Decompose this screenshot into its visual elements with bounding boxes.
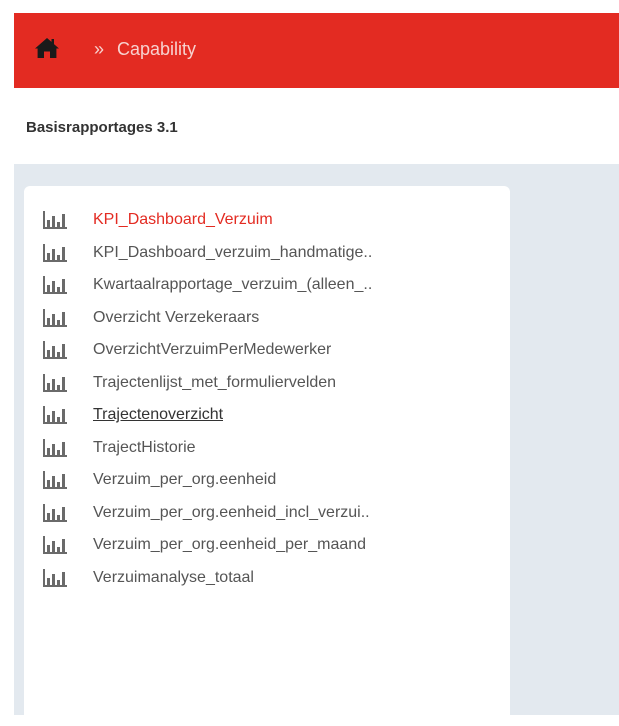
home-icon[interactable] <box>34 37 60 59</box>
top-bar: » Capability <box>14 13 619 88</box>
bar-chart-icon <box>43 503 67 522</box>
report-label: Verzuim_per_org.eenheid <box>93 471 277 489</box>
report-label: Trajectenoverzicht <box>93 406 224 424</box>
report-item[interactable]: Verzuim_per_org.eenheid <box>41 464 501 497</box>
report-label: Kwartaalrapportage_verzuim_(alleen_.. <box>93 276 373 294</box>
report-item[interactable]: Trajectenoverzicht <box>41 399 501 432</box>
bar-chart-icon <box>43 373 67 392</box>
report-label: Trajectenlijst_met_formuliervelden <box>93 373 337 391</box>
bar-chart-icon <box>43 406 67 425</box>
report-item[interactable]: TrajectHistorie <box>41 432 501 465</box>
report-item[interactable]: Verzuim_per_org.eenheid_per_maand <box>41 529 501 562</box>
report-list: KPI_Dashboard_Verzuim KPI_Dashboard_verzu… <box>41 204 501 594</box>
report-card: KPI_Dashboard_Verzuim KPI_Dashboard_verzu… <box>24 186 510 726</box>
bar-chart-icon <box>43 211 67 230</box>
bar-chart-icon <box>43 276 67 295</box>
report-label: KPI_Dashboard_Verzuim <box>93 211 273 229</box>
report-label: Overzicht Verzekeraars <box>93 308 260 326</box>
bar-chart-icon <box>43 308 67 327</box>
report-item[interactable]: KPI_Dashboard_verzuim_handmatige.. <box>41 237 501 270</box>
report-label: KPI_Dashboard_verzuim_handmatige.. <box>93 243 373 261</box>
report-label: Verzuim_per_org.eenheid_incl_verzui.. <box>93 503 370 521</box>
report-item[interactable]: Overzicht Verzekeraars <box>41 302 501 335</box>
report-item[interactable]: Trajectenlijst_met_formuliervelden <box>41 367 501 400</box>
breadcrumb-capability[interactable]: Capability <box>117 38 196 60</box>
report-label: TrajectHistorie <box>93 438 196 456</box>
report-label: Verzuimanalyse_totaal <box>93 568 254 586</box>
report-item[interactable]: OverzichtVerzuimPerMedewerker <box>41 334 501 367</box>
bar-chart-icon <box>43 471 67 490</box>
bar-chart-icon <box>43 568 67 587</box>
report-item[interactable]: Verzuim_per_org.eenheid_incl_verzui.. <box>41 497 501 530</box>
bar-chart-icon <box>43 438 67 457</box>
report-label: Verzuim_per_org.eenheid_per_maand <box>93 536 367 554</box>
report-item[interactable]: KPI_Dashboard_Verzuim <box>41 204 501 237</box>
report-item[interactable]: Kwartaalrapportage_verzuim_(alleen_.. <box>41 269 501 302</box>
report-item[interactable]: Verzuimanalyse_totaal <box>41 562 501 595</box>
section-title: Basisrapportages 3.1 <box>26 119 178 136</box>
bar-chart-icon <box>43 243 67 262</box>
report-label: OverzichtVerzuimPerMedewerker <box>93 341 332 359</box>
breadcrumb-separator: » <box>94 39 105 59</box>
bar-chart-icon <box>43 341 67 360</box>
bar-chart-icon <box>43 536 67 555</box>
